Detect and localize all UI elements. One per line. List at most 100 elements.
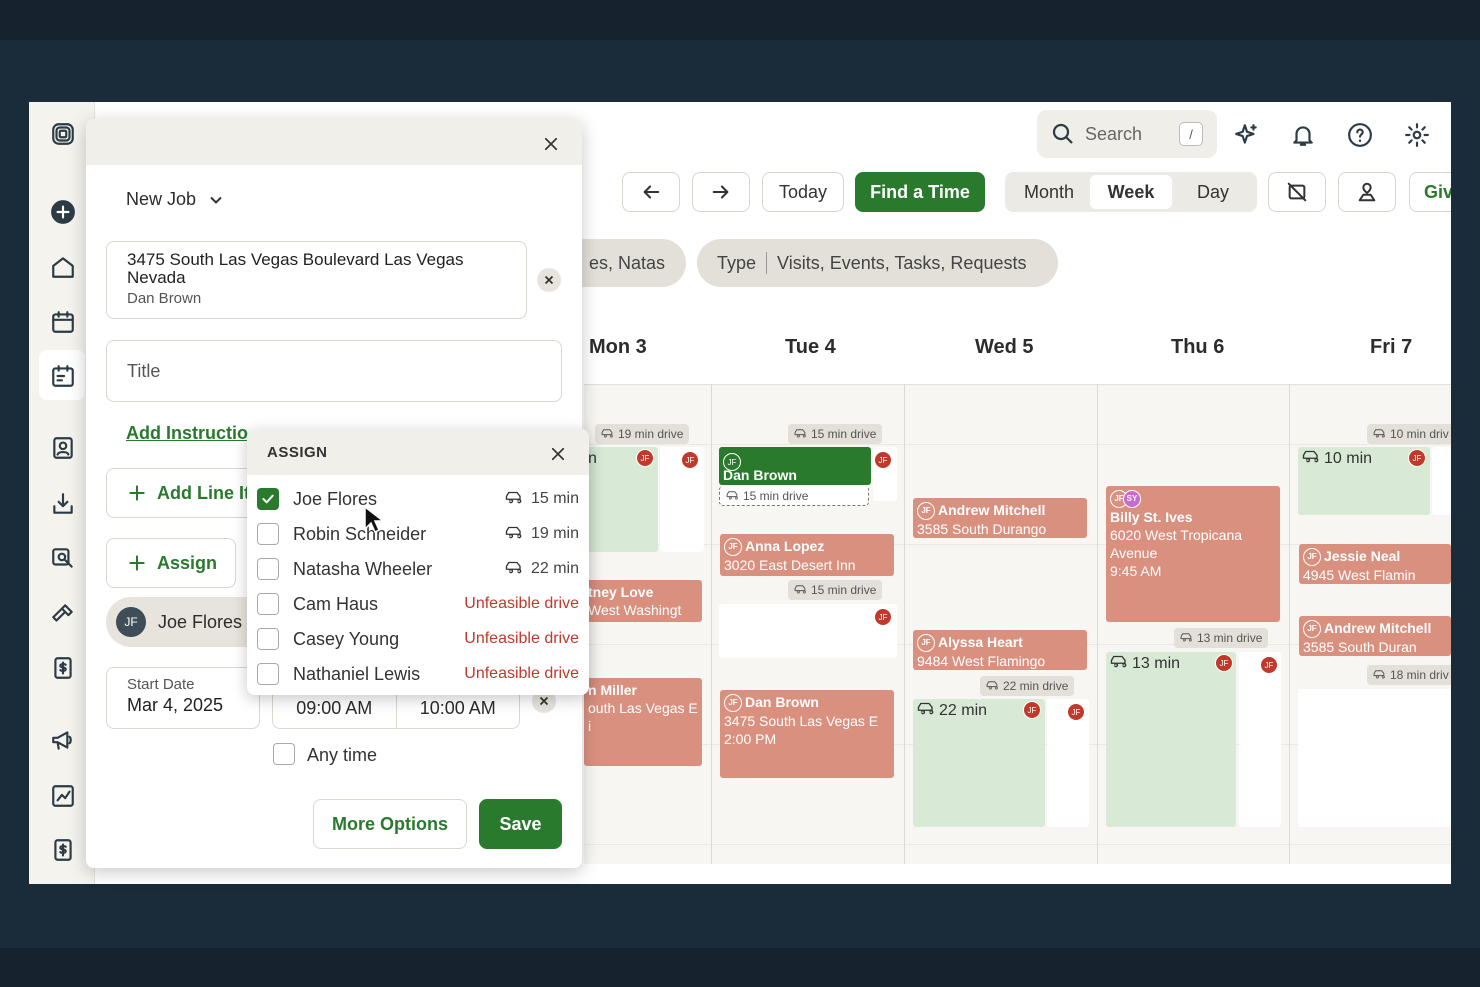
add-line-item-label: Add Line It xyxy=(157,482,250,503)
car-icon xyxy=(726,489,739,503)
start-date-label: Start Date xyxy=(127,676,195,693)
sparkle-ai-icon[interactable] xyxy=(1232,120,1262,150)
map-view-button[interactable] xyxy=(1338,172,1396,212)
drive-time-text: 13 min drive xyxy=(1197,631,1263,645)
calendar-visit-block[interactable]: JF Jessie Neal 4945 West Flamin xyxy=(1299,544,1451,584)
calendar-visit-block[interactable]: n Miller outh Las Vegas E i xyxy=(584,678,702,766)
calendar-visit-block[interactable]: JF Andrew Mitchell 3585 South Duran xyxy=(1299,616,1451,656)
bell-icon[interactable] xyxy=(1288,120,1318,150)
app-logo-icon[interactable] xyxy=(47,118,79,150)
calendar-visit-block[interactable]: JF Andrew Mitchell 3585 South Durango xyxy=(913,498,1087,538)
requests-icon[interactable] xyxy=(47,488,79,520)
calendar-visit-block[interactable]: tney Love West Washingt xyxy=(584,580,702,622)
visit-client-name: Dan Brown xyxy=(745,694,819,710)
map-pin-icon xyxy=(1358,182,1376,202)
assignee-ring-badge: JF xyxy=(724,694,742,713)
quotes-icon[interactable] xyxy=(47,542,79,574)
assign-checkbox[interactable] xyxy=(257,663,279,685)
assignee-avatar-badge: JF xyxy=(1067,703,1085,721)
visit-drive-label: 13 min xyxy=(1110,654,1180,673)
title-input[interactable]: Title xyxy=(106,340,562,402)
assign-checkbox-checked[interactable] xyxy=(257,488,279,510)
drive-time-badge: 18 min driv xyxy=(1367,665,1451,685)
gear-icon[interactable] xyxy=(1402,120,1432,150)
assign-checkbox[interactable] xyxy=(257,593,279,615)
calendar-visit-block[interactable] xyxy=(1106,652,1236,827)
calendar-visit-block[interactable]: JF Alyssa Heart 9484 West Flamingo xyxy=(913,630,1087,670)
close-assign-button[interactable] xyxy=(547,443,569,465)
expenses-icon[interactable] xyxy=(47,834,79,866)
save-button[interactable]: Save xyxy=(479,799,562,849)
hide-map-button[interactable] xyxy=(1268,172,1326,212)
search-box[interactable]: Search / xyxy=(1037,110,1217,158)
calendar-visit-block[interactable] xyxy=(1432,447,1451,515)
calendar-visit-new-job[interactable]: Dan Brown xyxy=(719,447,871,485)
assign-option-row[interactable]: Natasha Wheeler 22 min xyxy=(257,554,579,584)
assign-button[interactable]: Assign xyxy=(106,538,236,588)
visit-drive-label: 10 min xyxy=(1302,449,1372,468)
visit-address: 9484 West Flamingo xyxy=(917,653,1046,670)
assign-option-row[interactable]: Cam Haus Unfeasible drive xyxy=(257,589,579,619)
start-date-field[interactable]: Start Date Mar 4, 2025 xyxy=(106,667,260,729)
view-month-tab[interactable]: Month xyxy=(1008,175,1090,209)
any-time-checkbox[interactable] xyxy=(273,743,295,765)
assign-checkbox[interactable] xyxy=(257,628,279,650)
avatar: JF xyxy=(116,607,146,637)
schedule-icon[interactable] xyxy=(47,360,79,392)
assign-option-row[interactable]: Nathaniel Lewis Unfeasible drive xyxy=(257,659,579,689)
unfeasible-drive-label: Unfeasible drive xyxy=(464,595,579,612)
assignee-ring-badge: JF xyxy=(1303,620,1321,639)
visit-address: 4945 West Flamin xyxy=(1303,567,1416,584)
visit-address: outh Las Vegas E xyxy=(588,700,698,716)
calendar-visit-block[interactable] xyxy=(1298,689,1451,827)
assign-option-row[interactable]: Joe Flores 15 min xyxy=(257,484,579,514)
calendar-icon[interactable] xyxy=(47,306,79,338)
help-icon[interactable] xyxy=(1345,120,1375,150)
assign-checkbox[interactable] xyxy=(257,558,279,580)
assign-checkbox[interactable] xyxy=(257,523,279,545)
reports-icon[interactable] xyxy=(47,780,79,812)
drive-time-text: 15 min drive xyxy=(743,488,809,503)
calendar-visit-block[interactable] xyxy=(1047,699,1089,827)
day-header-wed: Wed 5 xyxy=(975,336,1034,358)
add-instructions-link[interactable]: Add Instructio xyxy=(126,423,248,444)
next-week-button[interactable] xyxy=(692,172,750,212)
job-type-dropdown[interactable]: New Job xyxy=(126,189,226,210)
today-button[interactable]: Today xyxy=(762,172,844,212)
visit-label: n xyxy=(588,450,597,467)
home-icon[interactable] xyxy=(47,251,79,283)
drive-time-text: 10 min xyxy=(1324,449,1373,467)
assign-option-row[interactable]: Casey Young Unfeasible drive xyxy=(257,624,579,654)
assign-drive-time: 22 min xyxy=(530,560,579,577)
type-filter-pill[interactable]: Type Visits, Events, Tasks, Requests xyxy=(697,239,1058,287)
view-day-tab[interactable]: Day xyxy=(1172,175,1254,209)
give-feedback-button[interactable]: Giv xyxy=(1409,172,1451,212)
clear-address-button[interactable] xyxy=(537,268,561,292)
invoices-icon[interactable] xyxy=(47,652,79,684)
calendar-visit-block[interactable]: JF Dan Brown 3475 South Las Vegas E 2:00 … xyxy=(720,690,894,778)
visit-address: 3585 South Durango xyxy=(917,521,1047,538)
drive-time-badge: 10 min driv xyxy=(1367,424,1451,444)
assignee-avatar-badge: JF xyxy=(1260,656,1278,674)
calendar-visit-block[interactable] xyxy=(719,604,897,658)
marketing-megaphone-icon[interactable] xyxy=(47,724,79,756)
prev-week-button[interactable] xyxy=(622,172,680,212)
calendar-visit-block[interactable]: JF SY Billy St. Ives 6020 West Tropicana … xyxy=(1106,486,1280,622)
calendar-visit-block[interactable] xyxy=(1239,652,1281,827)
create-plus-icon[interactable] xyxy=(47,196,79,228)
car-icon xyxy=(917,701,935,720)
assignee-avatar-badge: JF xyxy=(874,451,892,469)
view-week-tab[interactable]: Week xyxy=(1090,175,1172,209)
close-panel-button[interactable] xyxy=(540,133,562,155)
assignee-avatar-badge: JF xyxy=(1408,449,1426,467)
address-field[interactable]: 3475 South Las Vegas Boulevard Las Vegas… xyxy=(106,241,527,319)
calendar-visit-block[interactable]: JF Anna Lopez 3020 East Desert Inn xyxy=(720,534,894,576)
assign-person-name: Casey Young xyxy=(293,628,400,649)
drive-time-text: 22 min drive xyxy=(1003,679,1069,693)
day-header-tue: Tue 4 xyxy=(785,336,836,358)
more-options-button[interactable]: More Options xyxy=(313,799,467,849)
assign-option-row[interactable]: Robin Schneider 19 min xyxy=(257,519,579,549)
jobs-hammer-icon[interactable] xyxy=(47,598,79,630)
find-a-time-button[interactable]: Find a Time xyxy=(855,172,985,212)
clients-icon[interactable] xyxy=(47,432,79,464)
